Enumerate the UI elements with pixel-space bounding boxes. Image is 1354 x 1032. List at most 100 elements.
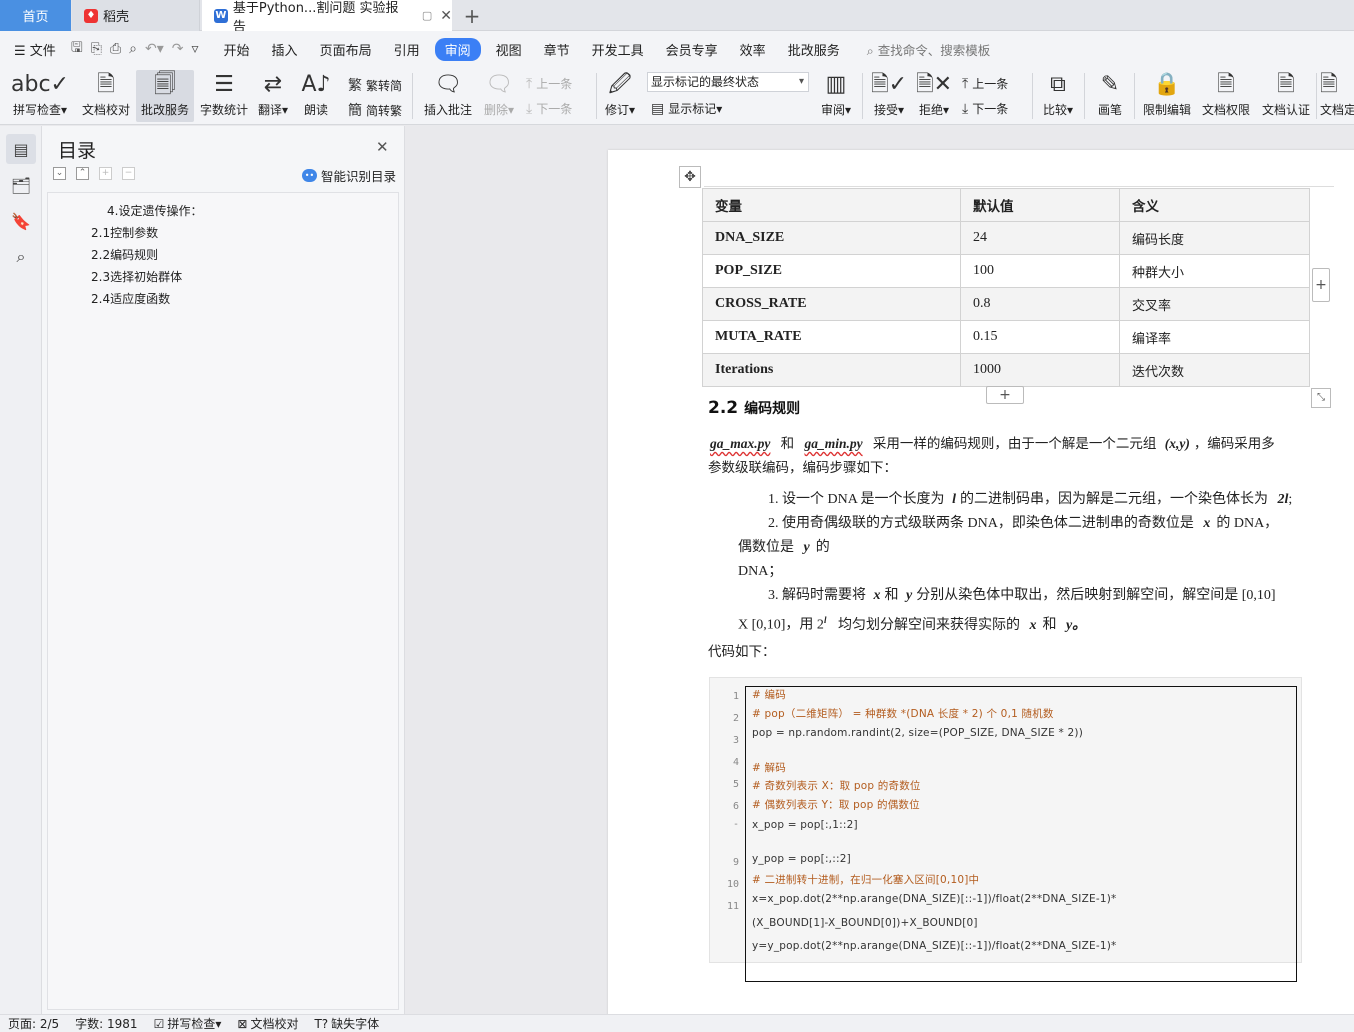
- table-cell[interactable]: 编码长度: [1119, 221, 1310, 255]
- table-cell[interactable]: 种群大小: [1119, 254, 1310, 288]
- next-change-button[interactable]: ⤓ 下一条: [962, 100, 1008, 117]
- status-spell-check[interactable]: ☑ 拼写检查 ▾: [146, 1015, 230, 1032]
- menu-member[interactable]: 会员专享: [655, 40, 729, 59]
- table-move-handle-icon[interactable]: ✥: [679, 166, 701, 188]
- permission-icon: 🗎: [1217, 72, 1235, 97]
- delete-comment-button[interactable]: 🗨 删除▾: [480, 70, 518, 122]
- toc-nav-icon[interactable]: ▤: [6, 134, 36, 164]
- trad-to-simp-button[interactable]: 繁繁转简: [348, 75, 402, 95]
- add-heading-icon[interactable]: +: [99, 167, 112, 180]
- new-tab-button[interactable]: +: [458, 0, 486, 31]
- print-icon[interactable]: ⎙: [106, 41, 125, 57]
- table-cell[interactable]: MUTA_RATE: [702, 320, 961, 354]
- bookmark-icon[interactable]: 🔖: [6, 206, 36, 236]
- read-aloud-button[interactable]: A♪ 朗读: [298, 70, 334, 122]
- tab-active-document[interactable]: W 基于Python...割问题 实验报告 ▢ ✕: [202, 0, 452, 35]
- close-tab-icon[interactable]: ✕: [440, 8, 452, 24]
- pin-icon[interactable]: ▢: [422, 9, 432, 22]
- insert-comment-button[interactable]: 🗨 插入批注: [420, 70, 476, 122]
- print-preview-icon[interactable]: ⌕: [125, 41, 141, 57]
- table-cell[interactable]: DNA_SIZE: [702, 221, 961, 255]
- close-icon[interactable]: ✕: [376, 138, 389, 156]
- menu-insert[interactable]: 插入: [261, 40, 309, 59]
- translate-button[interactable]: ⇄ 翻译▾: [254, 70, 292, 122]
- toc-item[interactable]: 2.1控制参数: [91, 224, 158, 241]
- table-header-cell[interactable]: 含义: [1119, 188, 1310, 222]
- prev-comment-button[interactable]: ⤒ 上一条: [526, 75, 572, 92]
- customize-icon[interactable]: ▿: [188, 41, 203, 57]
- word-count-indicator[interactable]: 字数: 1981: [67, 1015, 145, 1032]
- doc-certify-button[interactable]: 🗎 文档认证: [1258, 70, 1314, 122]
- table-cell[interactable]: 1000: [960, 353, 1120, 387]
- reject-icon: 🗎✕: [915, 72, 953, 97]
- status-missing-font[interactable]: T? 缺失字体: [306, 1015, 387, 1032]
- file-menu[interactable]: ☰ 文件: [0, 40, 67, 59]
- review-pane-button[interactable]: ▥ 审阅▾: [816, 70, 856, 122]
- compare-button[interactable]: ⧉ 比较▾: [1038, 70, 1078, 122]
- collapse-all-icon[interactable]: ⌃: [76, 167, 89, 180]
- menu-review[interactable]: 审阅: [434, 37, 481, 61]
- add-row-button[interactable]: +: [986, 386, 1024, 404]
- table-resize-icon[interactable]: ⤡: [1311, 388, 1331, 408]
- table-cell[interactable]: 编译率: [1119, 320, 1310, 354]
- doc-finalize-button[interactable]: 🗎 文档定: [1320, 70, 1354, 122]
- table-cell[interactable]: 0.15: [960, 320, 1120, 354]
- remove-heading-icon[interactable]: −: [122, 167, 135, 180]
- expand-all-icon[interactable]: ⌄: [53, 167, 66, 180]
- menu-start[interactable]: 开始: [213, 40, 261, 59]
- menu-references[interactable]: 引用: [383, 40, 431, 59]
- restrict-edit-button[interactable]: 🔒 限制编辑: [1140, 70, 1194, 122]
- table-cell[interactable]: 100: [960, 254, 1120, 288]
- chapter-nav-icon[interactable]: 🗂: [6, 170, 36, 200]
- pen-button[interactable]: ✎ 画笔: [1092, 70, 1128, 122]
- table-cell[interactable]: CROSS_RATE: [702, 287, 961, 321]
- menu-section[interactable]: 章节: [533, 40, 581, 59]
- toc-item[interactable]: 2.4适应度函数: [91, 290, 170, 307]
- toc-item[interactable]: 2.3选择初始群体: [91, 268, 182, 285]
- doc-permission-button[interactable]: 🗎 文档权限: [1198, 70, 1254, 122]
- table-header-cell[interactable]: 变量: [702, 188, 961, 222]
- table-header-cell[interactable]: 默认值: [960, 188, 1120, 222]
- page-indicator[interactable]: 页面: 2/5: [0, 1015, 67, 1032]
- add-column-button[interactable]: +: [1312, 268, 1330, 302]
- find-icon[interactable]: ⌕: [6, 242, 36, 272]
- simp-to-trad-button[interactable]: 簡简转繁: [348, 100, 402, 120]
- reject-button[interactable]: 🗎✕ 拒绝▾: [914, 70, 954, 122]
- menu-developer[interactable]: 开发工具: [581, 40, 655, 59]
- menu-view[interactable]: 视图: [485, 40, 533, 59]
- tab-docer[interactable]: ♦ 稻壳: [72, 0, 200, 31]
- document-page[interactable]: ✥ 变量 默认值 含义 DNA_SIZE 24 编码长度 POP_SIZE 10…: [608, 150, 1354, 1014]
- export-pdf-icon[interactable]: ⎘: [87, 41, 106, 57]
- spell-check-button[interactable]: abc✓ 拼写检查▾: [8, 70, 72, 122]
- table-cell[interactable]: 0.8: [960, 287, 1120, 321]
- accept-button[interactable]: 🗎✓ 接受▾: [870, 70, 908, 122]
- markup-state-select[interactable]: 显示标记的最终状态: [647, 72, 809, 92]
- word-count-button[interactable]: ☰ 字数统计: [198, 70, 250, 122]
- menu-efficiency[interactable]: 效率: [729, 40, 777, 59]
- status-bar: 页面: 2/5 字数: 1981 ☑ 拼写检查 ▾ ⊠ 文档校对 T? 缺失字体: [0, 1014, 1354, 1032]
- code-line: # pop（二维矩阵） = 种群数 *(DNA 长度 * 2) 个 0,1 随机…: [752, 708, 1054, 720]
- redo-icon[interactable]: ↷: [168, 41, 188, 57]
- table-cell[interactable]: 交叉率: [1119, 287, 1310, 321]
- table-cell[interactable]: 24: [960, 221, 1120, 255]
- review-service-button[interactable]: 🗐 批改服务: [136, 70, 194, 122]
- tab-home[interactable]: 首页: [0, 0, 71, 31]
- next-comment-button[interactable]: ⤓ 下一条: [526, 100, 572, 117]
- smart-toc-button[interactable]: •• 智能识别目录: [302, 166, 396, 185]
- prev-change-button[interactable]: ⤒ 上一条: [962, 75, 1008, 92]
- proofread-button[interactable]: 🗎 文档校对: [78, 70, 134, 122]
- toc-item[interactable]: 4.设定遗传操作：: [107, 202, 202, 219]
- save-icon[interactable]: 🖫: [67, 37, 87, 61]
- menu-review-service[interactable]: 批改服务: [777, 40, 851, 59]
- table-cell[interactable]: POP_SIZE: [702, 254, 961, 288]
- toc-item[interactable]: 2.2编码规则: [91, 246, 158, 263]
- menu-layout[interactable]: 页面布局: [309, 40, 383, 59]
- command-search[interactable]: ⌕ 查找命令、搜索模板: [867, 40, 991, 59]
- variables-table[interactable]: 变量 默认值 含义 DNA_SIZE 24 编码长度 POP_SIZE 100 …: [702, 188, 1310, 387]
- table-cell[interactable]: Iterations: [702, 353, 961, 387]
- show-markup-button[interactable]: ▤ 显示标记 ▾: [651, 100, 722, 117]
- undo-icon[interactable]: ↶▾: [141, 41, 168, 57]
- track-changes-button[interactable]: 🖉 修订▾: [600, 70, 640, 122]
- table-cell[interactable]: 迭代次数: [1119, 353, 1310, 387]
- status-proofread[interactable]: ⊠ 文档校对: [229, 1015, 306, 1032]
